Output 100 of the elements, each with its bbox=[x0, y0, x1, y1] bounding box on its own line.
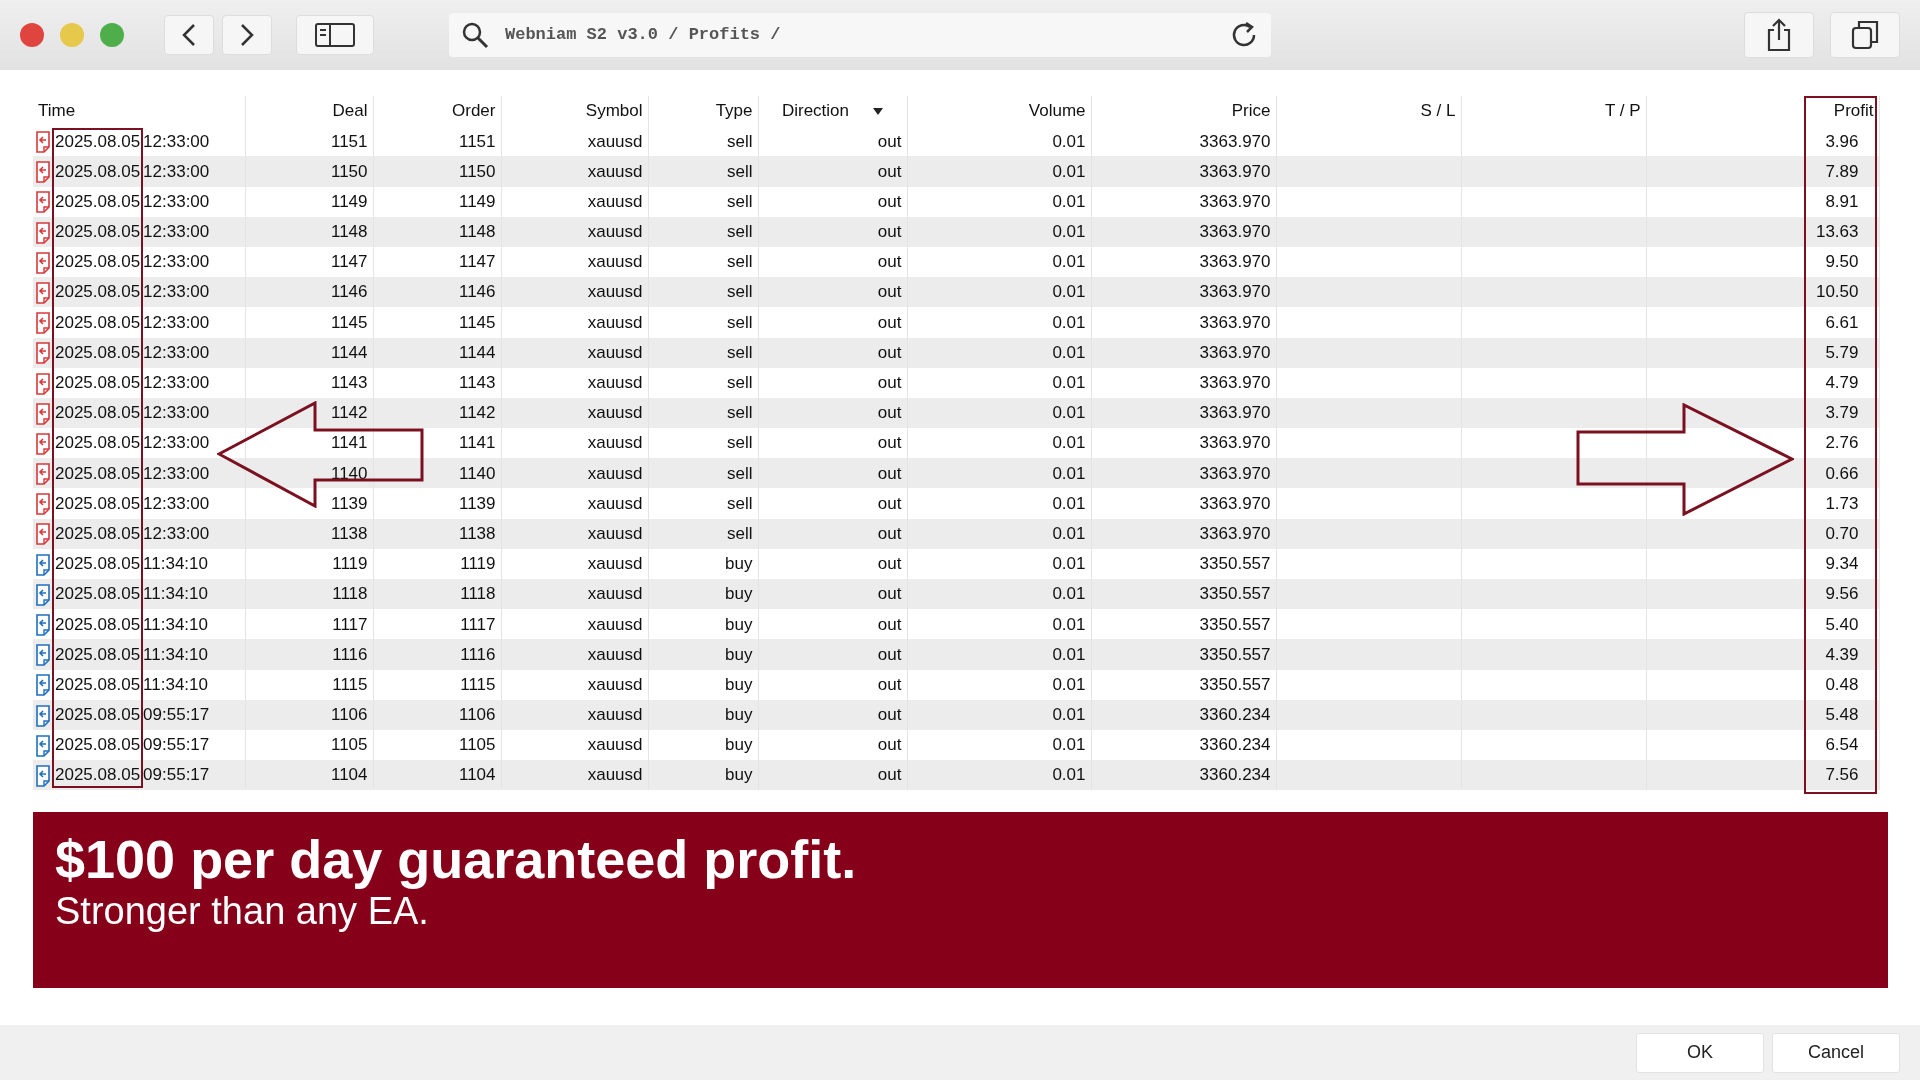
column-header[interactable]: Volume bbox=[1028, 101, 1086, 121]
table-cell: 1149 bbox=[330, 191, 368, 211]
column-header[interactable]: Time bbox=[38, 101, 76, 121]
sidebar-button[interactable] bbox=[296, 15, 374, 55]
table-cell: 1148 bbox=[330, 222, 368, 242]
table-cell: 0.01 bbox=[1052, 161, 1086, 181]
table-cell: 9.56 bbox=[1825, 584, 1859, 604]
table-cell: xauusd bbox=[587, 765, 643, 785]
date-text: 2025.08.05 bbox=[55, 131, 141, 151]
table-cell: out bbox=[877, 614, 902, 634]
table-cell: 1105 bbox=[330, 735, 368, 755]
table-cell: sell bbox=[727, 373, 753, 393]
table-cell: out bbox=[877, 222, 902, 242]
table-cell: 1115 bbox=[460, 674, 496, 694]
column-header[interactable]: Price bbox=[1231, 101, 1271, 121]
table-cell: 3363.970 bbox=[1199, 342, 1271, 362]
column-header[interactable]: S / L bbox=[1420, 101, 1456, 121]
table-cell: xauusd bbox=[587, 674, 643, 694]
table-cell: 0.01 bbox=[1052, 765, 1086, 785]
table-cell: buy bbox=[725, 614, 753, 634]
table-cell: sell bbox=[727, 282, 753, 302]
date-text: 2025.08.05 bbox=[55, 584, 141, 604]
table-cell: out bbox=[877, 705, 902, 725]
table-cell: 0.01 bbox=[1052, 674, 1086, 694]
date-text: 2025.08.05 bbox=[55, 644, 141, 664]
table-cell: 1140 bbox=[458, 463, 496, 483]
table-cell: 3363.970 bbox=[1199, 373, 1271, 393]
table-cell: 1151 bbox=[330, 131, 368, 151]
table-cell: 1.73 bbox=[1825, 493, 1859, 513]
table-cell: xauusd bbox=[587, 131, 643, 151]
table-cell: xauusd bbox=[587, 614, 643, 634]
share-button[interactable] bbox=[1744, 12, 1814, 58]
table-cell: 2.76 bbox=[1825, 433, 1859, 453]
table-cell: 1145 bbox=[458, 312, 496, 332]
dialog-button[interactable]: OK bbox=[1636, 1032, 1764, 1073]
dialog-button[interactable]: Cancel bbox=[1772, 1032, 1900, 1073]
column-header[interactable]: Deal bbox=[332, 101, 368, 121]
table-cell: 9.34 bbox=[1825, 554, 1859, 574]
table-cell: 1106 bbox=[458, 705, 496, 725]
table-cell: 3360.234 bbox=[1199, 735, 1271, 755]
date-text: 2025.08.05 bbox=[55, 433, 141, 453]
time-text: 12:33:00 bbox=[143, 463, 210, 483]
table-cell: 0.01 bbox=[1052, 614, 1086, 634]
table-cell: xauusd bbox=[587, 373, 643, 393]
time-text: 12:33:00 bbox=[143, 433, 210, 453]
table-cell: 1142 bbox=[458, 403, 496, 423]
table-cell: 1150 bbox=[458, 161, 496, 181]
table-cell: xauusd bbox=[587, 252, 643, 272]
table-cell: 3360.234 bbox=[1199, 705, 1271, 725]
table-cell: 1118 bbox=[332, 584, 368, 604]
table-cell: xauusd bbox=[587, 463, 643, 483]
address-field[interactable]: Webniam S2 v3.0 / Profits / bbox=[449, 13, 1271, 57]
table-cell: out bbox=[877, 312, 902, 332]
table-cell: 3360.234 bbox=[1199, 765, 1271, 785]
table-cell: xauusd bbox=[587, 222, 643, 242]
table-cell: 0.01 bbox=[1052, 312, 1086, 332]
table-cell: 10.50 bbox=[1815, 282, 1859, 302]
table-cell: 0.01 bbox=[1052, 373, 1086, 393]
column-header[interactable]: Type bbox=[715, 101, 753, 121]
forward-button[interactable] bbox=[222, 15, 272, 55]
table-cell: 0.01 bbox=[1052, 252, 1086, 272]
table-cell: 1115 bbox=[332, 674, 368, 694]
table-cell: 1146 bbox=[458, 282, 496, 302]
column-header[interactable]: Order bbox=[452, 101, 496, 121]
table-cell: 0.01 bbox=[1052, 222, 1086, 242]
search-icon bbox=[461, 21, 489, 49]
column-header[interactable]: T / P bbox=[1604, 101, 1641, 121]
time-text: 11:34:10 bbox=[143, 644, 208, 664]
table-cell: buy bbox=[725, 644, 753, 664]
time-text: 12:33:00 bbox=[143, 161, 210, 181]
table-cell: 5.79 bbox=[1825, 342, 1859, 362]
table-cell: 3363.970 bbox=[1199, 191, 1271, 211]
table-cell: 9.50 bbox=[1825, 252, 1859, 272]
column-header[interactable]: Profit bbox=[1833, 101, 1874, 121]
table-cell: 0.01 bbox=[1052, 554, 1086, 574]
table-cell: 3363.970 bbox=[1199, 523, 1271, 543]
back-chevron-icon bbox=[182, 23, 196, 47]
duplicate-button[interactable] bbox=[1830, 12, 1900, 58]
column-header[interactable]: Direction bbox=[781, 101, 850, 121]
table-cell: out bbox=[877, 403, 902, 423]
time-text: 09:55:17 bbox=[143, 735, 210, 755]
date-text: 2025.08.05 bbox=[55, 614, 141, 634]
table-cell: out bbox=[877, 674, 902, 694]
table-cell: 1105 bbox=[458, 735, 496, 755]
time-text: 12:33:00 bbox=[143, 131, 210, 151]
table-cell: 1138 bbox=[458, 523, 496, 543]
back-button[interactable] bbox=[164, 15, 214, 55]
table-cell: sell bbox=[727, 493, 753, 513]
table-cell: 0.01 bbox=[1052, 463, 1086, 483]
table-cell: 0.01 bbox=[1052, 403, 1086, 423]
table-cell: 1104 bbox=[330, 765, 368, 785]
close-button[interactable] bbox=[20, 23, 44, 47]
sidebar-icon bbox=[315, 23, 355, 47]
table-cell: out bbox=[877, 584, 902, 604]
table-cell: 0.01 bbox=[1052, 705, 1086, 725]
table-cell: xauusd bbox=[587, 342, 643, 362]
table-cell: 0.01 bbox=[1052, 644, 1086, 664]
table-cell: 13.63 bbox=[1815, 222, 1859, 242]
table-cell: 4.79 bbox=[1825, 373, 1859, 393]
column-header[interactable]: Symbol bbox=[585, 101, 643, 121]
